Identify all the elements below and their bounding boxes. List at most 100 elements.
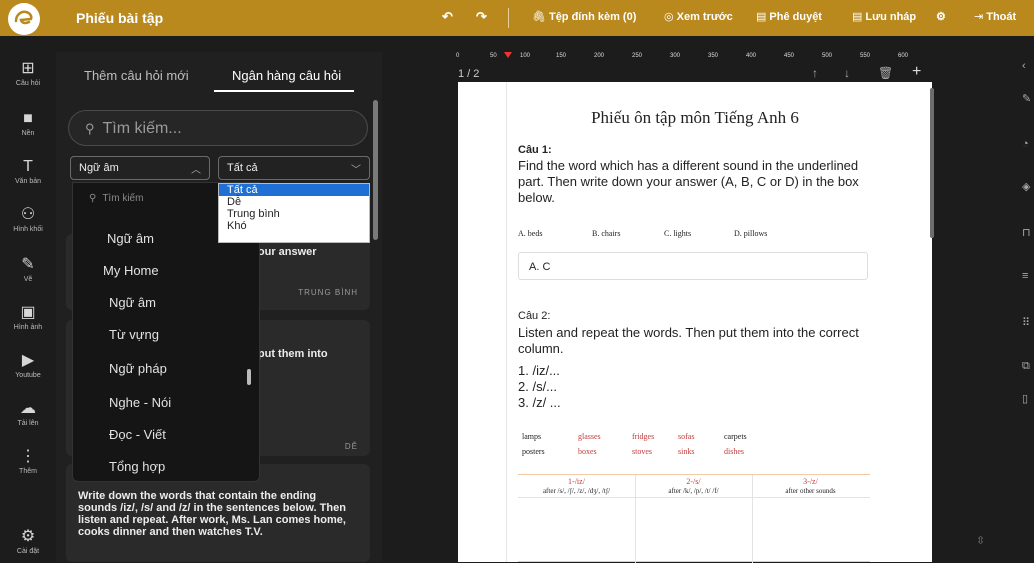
rail-more[interactable]: ⋮ Thêm [0,448,56,475]
rail-question-list[interactable]: ⊞ Câu hỏi [0,60,56,87]
table-header: 3-/z/ [803,477,818,486]
rail-draw[interactable]: ✎ Vẽ [0,256,56,283]
rail-background[interactable]: ■ Nền [0,110,56,137]
horizontal-ruler: 0 50 100 150 200 250 300 350 400 450 500… [452,52,932,64]
search-icon: ⚲ [89,193,97,204]
level-option-hard[interactable]: Khó [219,220,369,232]
question-1-text[interactable]: Find the word which has a different soun… [518,158,878,206]
attach-button[interactable]: 🖇 Tệp đính kèm (0) [532,10,636,23]
option-d: D. pillows [734,229,768,238]
settings-icon: ⚙ [20,528,36,545]
word-item: dishes [724,447,744,456]
eye-icon: ◎ [664,11,674,23]
table-header: 2-/s/ [686,477,701,486]
ruler-marker-icon[interactable] [504,52,512,58]
question-2-label: Câu 2: [518,310,551,322]
level-options-list: Tất cả Dễ Trung bình Khó [218,183,370,243]
gear-icon[interactable]: ⚙ [936,10,946,23]
topic-item[interactable]: My Home [103,263,159,278]
save-icon: ▤ [852,11,863,23]
copy-icon[interactable]: ⧉ [1022,360,1030,373]
save-draft-button[interactable]: ▤ Lưu nháp [852,10,916,23]
search-input[interactable]: ⚲ Tìm kiếm... [68,110,368,146]
question-2-item: 1. /iz/... [518,363,560,378]
document-check-icon: ▤ [756,11,767,23]
trash-icon[interactable]: 🗑 [878,66,893,80]
lock-icon[interactable]: ◔ [1022,138,1029,150]
topic-item[interactable]: Ngữ âm [109,295,156,310]
chevron-up-icon: ︿ [191,165,201,176]
word-item: boxes [578,447,597,456]
text-icon: T [23,158,33,175]
document-scrollbar[interactable] [930,88,934,238]
topic-item[interactable]: Tổng hợp [109,459,165,474]
option-b: B. chairs [592,229,621,238]
chevron-down-icon: ﹀ [351,165,361,176]
add-page-icon[interactable]: + [912,63,921,81]
upload-icon: ☁ [20,400,36,417]
table-subheader: after other sounds [785,487,836,495]
table-header: 1-/iz/ [568,477,585,486]
topic-item[interactable]: Từ vựng [109,327,159,342]
word-item: stoves [632,447,652,456]
move-down-icon[interactable]: ↓ [844,66,850,80]
worksheet-page[interactable]: Phiếu ôn tập môn Tiếng Anh 6 Câu 1: Find… [458,82,932,563]
edit-icon[interactable]: ✎ [1022,92,1031,105]
exit-button[interactable]: ⇥ Thoát [974,10,1016,23]
tab-question-bank[interactable]: Ngân hàng câu hỏi [232,68,341,83]
rail-youtube[interactable]: ▶ Youtube [0,352,56,379]
topic-select[interactable]: Ngữ âm ︿ [70,156,210,180]
level-select[interactable]: Tất cả ﹀ [218,156,370,180]
word-item: lamps [522,432,542,441]
preview-button[interactable]: ◎ Xem trước [664,10,733,23]
delete-icon[interactable]: ▯ [1022,392,1028,405]
align-icon[interactable]: ≡ [1022,270,1028,282]
rail-upload[interactable]: ☁ Tải lên [0,400,56,427]
page-margin-guide [506,82,507,562]
layers-icon[interactable]: ◈ [1022,180,1030,193]
table-divider [518,497,870,498]
youtube-icon: ▶ [21,352,35,369]
collapse-icon[interactable]: ‹ [1022,60,1026,72]
app-title: Phiếu bài tập [76,10,164,26]
undo-icon[interactable]: ↶ [442,9,453,25]
right-tool-rail [1010,52,1034,562]
grid-icon[interactable]: ⠿ [1022,316,1030,329]
question-list-icon: ⊞ [21,60,35,77]
question-2-text[interactable]: Listen and repeat the words. Then put th… [518,325,878,357]
draw-icon: ✎ [21,256,35,273]
table-divider [752,475,753,563]
move-up-icon[interactable]: ↑ [812,66,818,80]
panel-scrollbar[interactable] [373,100,378,240]
active-tab-indicator [214,90,354,92]
rail-shapes[interactable]: ⚇ Hình khối [0,206,56,233]
topic-item[interactable]: Ngữ âm [107,231,154,246]
rail-image[interactable]: ▣ Hình ảnh [0,304,56,331]
app-logo-icon[interactable] [8,3,40,35]
topic-item[interactable]: Ngữ pháp [109,361,167,376]
shapes-icon: ⚇ [20,206,36,223]
level-option-easy[interactable]: Dễ [219,196,369,208]
worksheet-title[interactable]: Phiếu ôn tập môn Tiếng Anh 6 [458,108,932,128]
approve-button[interactable]: ▤ Phê duyệt [756,10,822,23]
table-subheader: after /k/, /p/, /t/ /f/ [668,487,719,495]
topic-item[interactable]: Nghe - Nói [109,395,171,410]
sound-classification-table[interactable]: 1-/iz/ 2-/s/ 3-/z/ after /s/, /ʃ/, /z/, … [518,474,870,563]
level-option-all[interactable]: Tất cả [219,184,369,196]
dropdown-scrollbar[interactable] [247,369,251,385]
table-divider [635,475,636,563]
word-item: fridges [632,432,655,441]
word-item: sinks [678,447,695,456]
topic-search-input[interactable]: ⚲ Tìm kiếm [89,193,143,204]
answer-input[interactable]: A. C [518,252,868,280]
move-handle-icon[interactable]: ⇳ [976,534,985,547]
padlock-icon[interactable]: ⊓ [1022,226,1031,239]
top-toolbar: Phiếu bài tập ↶ ↷ 🖇 Tệp đính kèm (0) ◎ Xem… [0,0,1034,36]
topic-item[interactable]: Đọc - Viết [109,427,166,442]
word-item: glasses [578,432,601,441]
level-option-medium[interactable]: Trung bình [219,208,369,220]
redo-icon[interactable]: ↷ [476,9,487,25]
tab-add-new-question[interactable]: Thêm câu hỏi mới [84,68,189,83]
rail-text[interactable]: T Văn bản [0,158,56,185]
rail-settings[interactable]: ⚙ Cài đặt [0,528,56,555]
